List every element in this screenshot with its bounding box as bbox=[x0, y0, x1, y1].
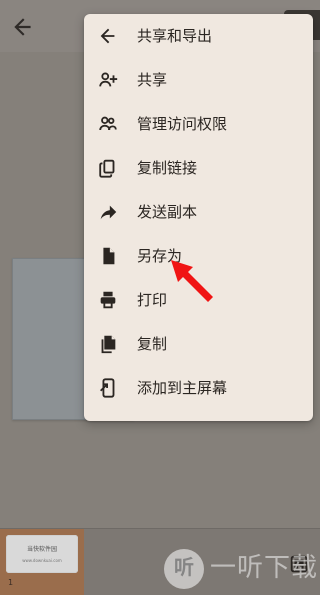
menu-header-label: 共享和导出 bbox=[137, 27, 213, 45]
person-add-icon bbox=[97, 69, 119, 91]
thumbnail-page-number: 1 bbox=[8, 578, 14, 587]
thumbnail-subtitle: www.downkuai.com bbox=[22, 558, 62, 563]
menu-item-duplicate[interactable]: 复制 bbox=[84, 322, 313, 366]
menu-item-label: 另存为 bbox=[137, 247, 183, 265]
menu-item-label: 打印 bbox=[137, 291, 168, 309]
watermark: 听 一听下载 bbox=[164, 549, 320, 591]
thumbnail-card: 当快软件园 www.downkuai.com bbox=[6, 535, 78, 573]
menu-item-label: 复制链接 bbox=[137, 159, 198, 177]
menu-item-label: 共享 bbox=[137, 71, 168, 89]
menu-item-save-as[interactable]: 另存为 bbox=[84, 234, 313, 278]
menu-header-share-export[interactable]: 共享和导出 bbox=[84, 14, 313, 58]
arrow-left-icon bbox=[14, 18, 31, 36]
menu-item-label: 发送副本 bbox=[137, 203, 198, 221]
arrow-left-icon bbox=[97, 25, 119, 47]
people-icon bbox=[97, 113, 119, 135]
menu-item-manage-access[interactable]: 管理访问权限 bbox=[84, 102, 313, 146]
copy-icon bbox=[97, 333, 119, 355]
add-to-home-screen-icon bbox=[97, 377, 119, 399]
menu-item-print[interactable]: 打印 bbox=[84, 278, 313, 322]
copy-link-icon bbox=[97, 157, 119, 179]
page-thumbnail[interactable]: 当快软件园 www.downkuai.com 1 bbox=[0, 529, 84, 595]
printer-icon bbox=[97, 289, 119, 311]
file-icon bbox=[97, 245, 119, 267]
watermark-logo-char: 听 bbox=[174, 555, 194, 579]
menu-item-share[interactable]: 共享 bbox=[84, 58, 313, 102]
menu-item-label: 管理访问权限 bbox=[137, 115, 228, 133]
menu-item-send-copy[interactable]: 发送副本 bbox=[84, 190, 313, 234]
share-export-menu: 共享和导出 共享 管理访问权限 复制链接 发送副本 另存为 打印 复制 添加到主… bbox=[84, 14, 313, 421]
menu-item-label: 添加到主屏幕 bbox=[137, 379, 228, 397]
share-forward-icon bbox=[97, 201, 119, 223]
back-button[interactable] bbox=[10, 14, 36, 40]
menu-item-add-to-home-screen[interactable]: 添加到主屏幕 bbox=[84, 366, 313, 410]
thumbnail-title: 当快软件园 bbox=[26, 546, 57, 553]
watermark-text: 一听下载 bbox=[210, 553, 319, 583]
menu-item-label: 复制 bbox=[137, 335, 168, 353]
watermark-logo: 听 bbox=[164, 549, 204, 589]
menu-item-copy-link[interactable]: 复制链接 bbox=[84, 146, 313, 190]
